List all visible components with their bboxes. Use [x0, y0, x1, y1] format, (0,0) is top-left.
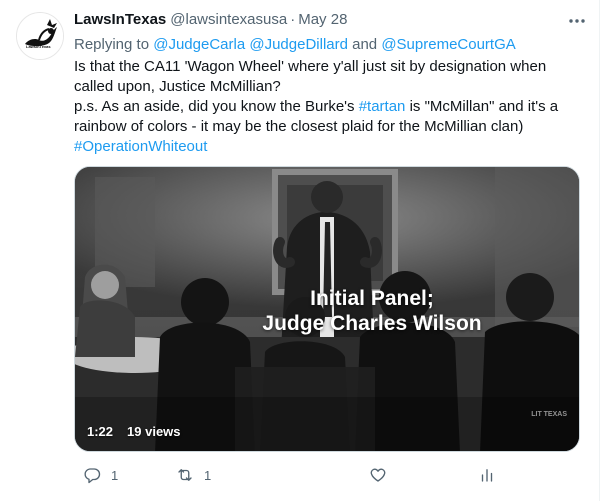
more-options-icon[interactable] [566, 12, 588, 30]
video-caption-line-1: Initial Panel; [310, 287, 434, 310]
retweet-count: 1 [204, 467, 212, 483]
replying-to-and: and [347, 36, 382, 53]
hashtag-tartan[interactable]: #tartan [359, 98, 406, 115]
mention-judgecarla[interactable]: @JudgeCarla [153, 36, 245, 53]
tweet-header: LawsInTexas @lawsintexasusa · May 28 [74, 10, 584, 30]
mention-judgedillard[interactable]: @JudgeDillard [249, 36, 348, 53]
like-icon [370, 468, 386, 482]
hashtag-operationwhiteout[interactable]: #OperationWhiteout [74, 138, 207, 155]
avatar[interactable]: LawsInTexas [16, 12, 64, 60]
header-separator: · [290, 11, 296, 28]
tweet-date[interactable]: May 28 [298, 10, 347, 30]
like-button[interactable] [369, 466, 397, 484]
tweet[interactable]: LawsInTexas LawsInTexas @lawsintexasusa … [0, 0, 600, 501]
video-duration: 1:22 [87, 423, 114, 439]
video-info: 1:22 19 views [87, 420, 181, 442]
video-player[interactable]: Initial Panel; Judge Charles Wilson 1:22… [74, 166, 580, 452]
analytics-button[interactable] [478, 466, 496, 484]
avatar-text: LawsInTexas [26, 44, 51, 49]
video-watermark: LIT TEXAS [531, 411, 567, 418]
tweet-text-line-2: p.s. As an aside, did you know the Burke… [74, 97, 584, 137]
retweet-icon [178, 469, 192, 481]
tweet-actions: 1 1 [74, 466, 514, 486]
replying-to: Replying to @JudgeCarla @JudgeDillard an… [74, 35, 584, 55]
mention-supremecourtga[interactable]: @SupremeCourtGA [381, 36, 515, 53]
video-caption-line-2: Judge Charles Wilson [262, 312, 482, 335]
reply-button[interactable]: 1 [83, 466, 118, 484]
tweet-text-line-1: Is that the CA11 'Wagon Wheel' where y'a… [74, 58, 547, 95]
user-handle[interactable]: @lawsintexasusa [170, 10, 287, 30]
replying-to-label: Replying to [74, 36, 154, 53]
analytics-icon [481, 469, 493, 482]
video-views: 19 views [127, 423, 181, 439]
tweet-text: Is that the CA11 'Wagon Wheel' where y'a… [74, 57, 584, 157]
reply-icon [84, 468, 101, 484]
retweet-button[interactable]: 1 [176, 466, 211, 484]
reply-count: 1 [111, 467, 119, 483]
display-name[interactable]: LawsInTexas [74, 10, 166, 30]
tweet-text-line-2-start: p.s. As an aside, did you know the Burke… [74, 98, 359, 115]
